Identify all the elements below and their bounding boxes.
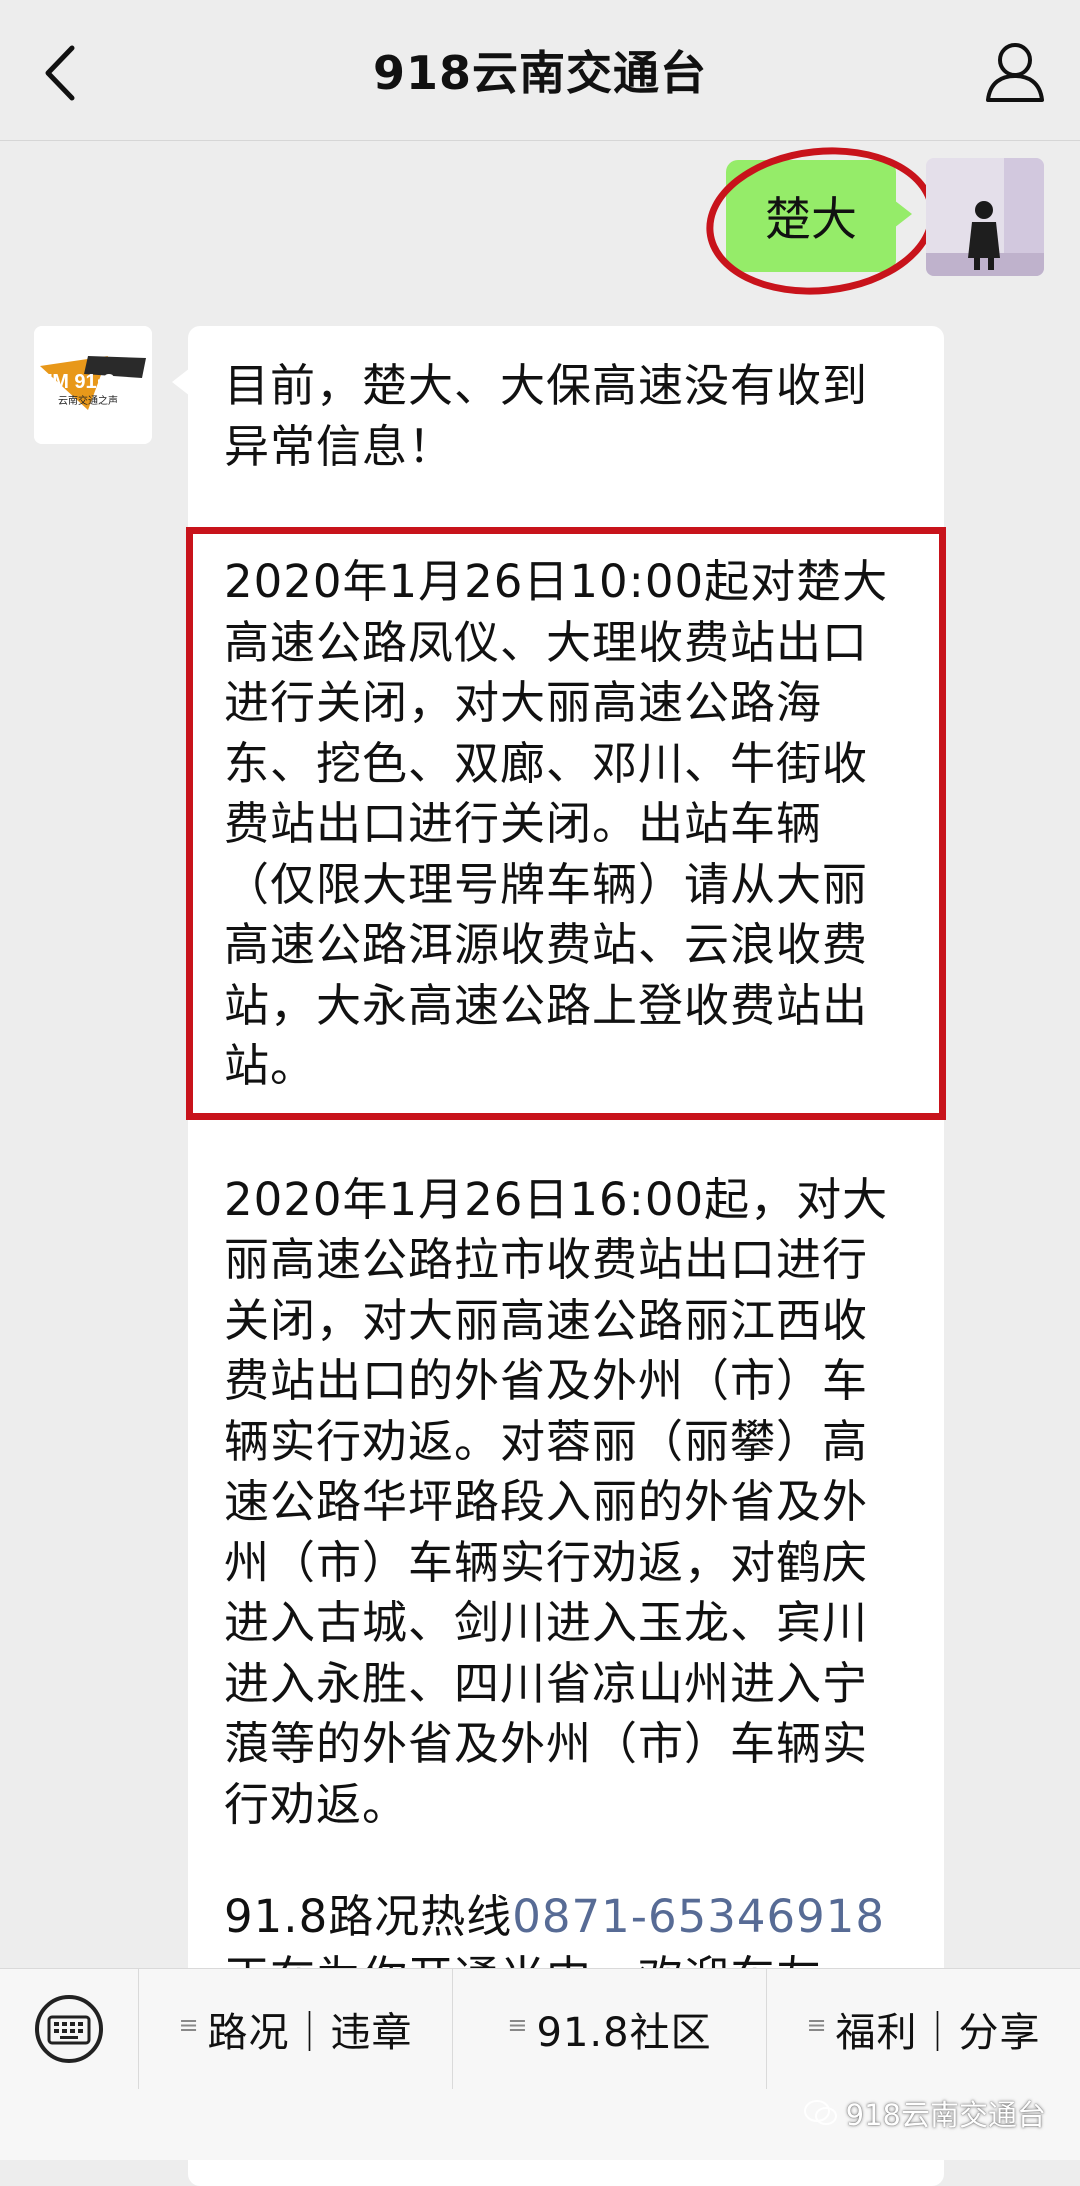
svg-text:FM 91·8: FM 91·8 (40, 371, 114, 393)
keyboard-toggle-icon[interactable] (0, 1969, 139, 2089)
received-message-bubble[interactable]: 目前，楚大、大保高速没有收到异常信息！ 2020年1月26日10:00起对楚大高… (172, 326, 946, 2186)
submenu-icon: ≡ (507, 2011, 529, 2039)
menu-item-label: 福利｜分享 (835, 2010, 1041, 2056)
user-avatar[interactable] (926, 158, 1044, 276)
hotline-label: 91.8路况热线 (224, 1890, 513, 1943)
chat-header: 918云南交通台 (0, 0, 1080, 141)
submenu-icon: ≡ (806, 2011, 828, 2039)
hotline-phone-link[interactable]: 0871-65346918 (512, 1890, 885, 1943)
official-account-avatar[interactable]: FM 91·8 云南交通之声 (34, 326, 152, 444)
menu-item-community[interactable]: ≡ 91.8社区 (453, 1969, 767, 2089)
menu-item-traffic[interactable]: ≡ 路况｜违章 (139, 1969, 453, 2089)
message-paragraph-closure-1: 2020年1月26日10:00起对楚大高速公路凤仪、大理收费站出口进行关闭，对大… (224, 555, 889, 1092)
profile-icon[interactable] (980, 36, 1050, 106)
back-chevron-icon[interactable] (34, 38, 94, 108)
menu-item-label: 91.8社区 (536, 2010, 712, 2056)
sent-message-bubble[interactable]: 楚大 (726, 160, 912, 272)
submenu-icon: ≡ (178, 2011, 200, 2039)
watermark-text: 918云南交通台 (845, 2098, 1046, 2132)
watermark: 918云南交通台 (803, 2092, 1046, 2134)
menu-item-label: 路况｜违章 (207, 2010, 413, 2056)
sent-message-text: 楚大 (765, 192, 857, 246)
message-paragraph-status: 目前，楚大、大保高速没有收到异常信息！ (224, 359, 869, 473)
svg-text:云南交通之声: 云南交通之声 (58, 394, 118, 407)
chat-title: 918云南交通台 (372, 46, 708, 100)
message-paragraph-hotline: 91.8路况热线0871-65346918 (224, 1887, 908, 1948)
annotation-red-box: 2020年1月26日10:00起对楚大高速公路凤仪、大理收费站出口进行关闭，对大… (186, 527, 946, 1120)
message-paragraph-closure-2: 2020年1月26日16:00起，对大丽高速公路拉市收费站出口进行关闭，对大丽高… (224, 1172, 889, 1831)
menu-item-welfare[interactable]: ≡ 福利｜分享 (767, 1969, 1080, 2089)
wechat-icon (803, 2100, 837, 2125)
